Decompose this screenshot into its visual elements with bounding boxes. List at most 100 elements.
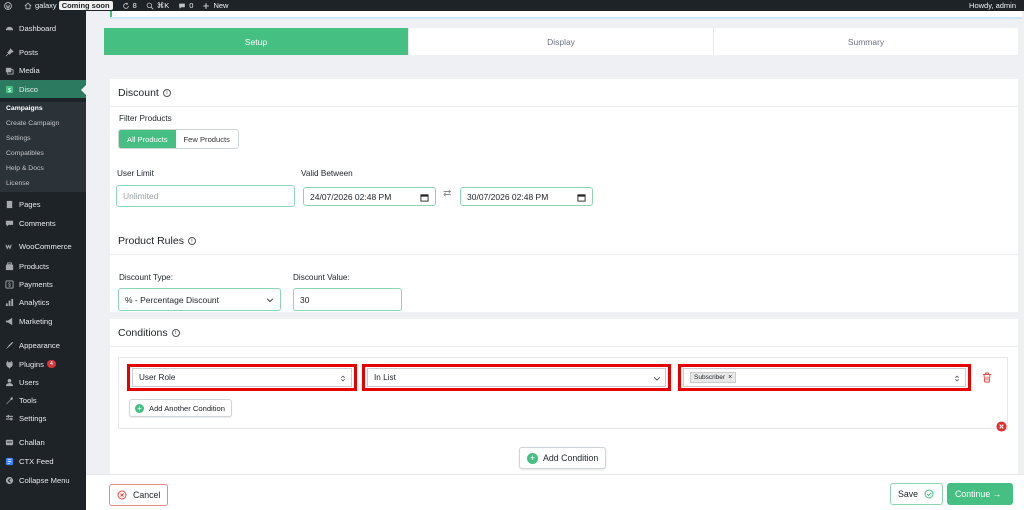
- step-display[interactable]: Display: [409, 28, 714, 55]
- tools-icon: [5, 396, 14, 405]
- discount-value-input[interactable]: 30: [293, 288, 402, 311]
- start-date-input[interactable]: 24/07/2026 02:48 PM: [303, 187, 436, 206]
- calendar-icon[interactable]: [420, 193, 429, 202]
- pin-icon: [5, 47, 14, 57]
- products-icon: [5, 261, 14, 271]
- conditions-card: Conditions i User Role In List Subscribe…: [110, 319, 1018, 478]
- info-icon[interactable]: i: [171, 328, 180, 337]
- discount-type-select[interactable]: % - Percentage Discount: [118, 288, 281, 311]
- wordpress-logo[interactable]: [4, 0, 15, 11]
- menu-analytics[interactable]: Analytics: [0, 293, 86, 311]
- admin-bar: galaxy Coming soon 8 ⌘K 0 New Howdy, adm…: [0, 0, 1024, 11]
- collapse-menu-button[interactable]: Collapse Menu: [0, 471, 86, 489]
- refresh-icon: [122, 2, 129, 9]
- appearance-icon: [5, 341, 14, 350]
- plus-icon: [203, 2, 210, 9]
- end-date-value: 30/07/2026 02:48 PM: [467, 191, 549, 202]
- user-limit-label: User Limit: [117, 169, 154, 178]
- filter-products-label: Filter Products: [119, 114, 172, 123]
- menu-tools[interactable]: Tools: [0, 391, 86, 409]
- add-another-condition-button[interactable]: + Add Another Condition: [129, 399, 232, 417]
- plugins-update-badge: 4: [46, 360, 56, 368]
- trash-icon[interactable]: [982, 372, 992, 383]
- menu-dashboard[interactable]: Dashboard: [0, 19, 86, 37]
- menu-woocommerce[interactable]: WooCommerce: [0, 237, 86, 255]
- condition-field-value: User Role: [139, 373, 176, 382]
- comments-icon: [5, 219, 14, 228]
- site-name[interactable]: galaxy Coming soon: [24, 0, 113, 11]
- submenu-help-docs[interactable]: Help & Docs: [6, 165, 44, 172]
- settings-icon: [5, 414, 14, 423]
- coming-soon-badge[interactable]: Coming soon: [58, 1, 113, 10]
- condition-value-select[interactable]: Subscriber ×: [678, 364, 971, 391]
- submenu-campaigns[interactable]: Campaigns: [6, 105, 43, 112]
- account-menu[interactable]: Howdy, admin: [969, 0, 1016, 11]
- cancel-circle-icon: [117, 490, 127, 500]
- submenu-compatibles[interactable]: Compatibles: [6, 150, 44, 157]
- submenu-create-campaign[interactable]: Create Campaign: [6, 120, 59, 127]
- menu-ctx-feed[interactable]: CTX Feed: [0, 452, 86, 470]
- discount-type-value: % - Percentage Discount: [125, 294, 220, 305]
- condition-field-select[interactable]: User Role: [127, 364, 357, 391]
- disco-submenu: Campaigns Create Campaign Settings Compa…: [0, 102, 86, 192]
- menu-products[interactable]: Products: [0, 257, 86, 275]
- menu-media[interactable]: Media: [0, 61, 86, 79]
- menu-settings[interactable]: Settings: [0, 409, 86, 427]
- all-products-option[interactable]: All Products: [119, 130, 176, 148]
- submenu-license[interactable]: License: [6, 180, 29, 187]
- menu-appearance[interactable]: Appearance: [0, 336, 86, 354]
- menu-payments[interactable]: $ Payments: [0, 275, 86, 293]
- remove-tag-icon[interactable]: ×: [728, 374, 732, 381]
- chevron-down-icon: [266, 298, 274, 303]
- discount-card: Discount i Filter Products All Products …: [110, 79, 1018, 232]
- menu-users[interactable]: Users: [0, 373, 86, 391]
- condition-operator-value: In List: [374, 373, 396, 382]
- collapse-icon: [5, 476, 14, 485]
- plugins-icon: [5, 360, 14, 369]
- menu-comments[interactable]: Comments: [0, 214, 86, 232]
- menu-posts[interactable]: Posts: [0, 43, 86, 61]
- comments-link[interactable]: 0: [178, 0, 193, 11]
- step-summary[interactable]: Summary: [714, 28, 1018, 55]
- new-content-link[interactable]: New: [202, 0, 228, 11]
- user-limit-input[interactable]: Unlimited: [116, 185, 295, 207]
- submenu-settings[interactable]: Settings: [6, 135, 31, 142]
- media-icon: [5, 66, 14, 75]
- home-icon: [24, 2, 32, 9]
- condition-operator-select[interactable]: In List: [362, 364, 671, 391]
- end-date-input[interactable]: 30/07/2026 02:48 PM: [460, 187, 593, 206]
- menu-plugins[interactable]: Plugins 4: [0, 355, 86, 373]
- condition-group: User Role In List Subscriber × + Add Anot…: [118, 357, 1008, 432]
- add-condition-button[interactable]: + Add Condition: [519, 447, 607, 469]
- conditions-title: Conditions: [118, 326, 168, 339]
- cancel-button[interactable]: Cancel: [109, 484, 169, 506]
- command-palette-link[interactable]: ⌘K: [146, 0, 169, 11]
- svg-text:$: $: [8, 87, 11, 93]
- menu-marketing[interactable]: Marketing: [0, 312, 86, 330]
- top-strip: [110, 11, 1022, 19]
- discount-header: Discount i: [110, 79, 1018, 107]
- pages-icon: [5, 200, 14, 209]
- info-icon[interactable]: i: [162, 88, 171, 97]
- save-button[interactable]: Save: [890, 483, 943, 505]
- swap-arrows-icon: ⇄: [443, 188, 452, 199]
- info-icon[interactable]: i: [187, 236, 196, 245]
- menu-disco[interactable]: $ Disco: [0, 80, 86, 98]
- updown-chevron-icon: [341, 375, 345, 382]
- admin-sidebar: Dashboard Posts Media $ Disco Campaigns …: [0, 11, 86, 510]
- chevron-down-icon: [653, 376, 661, 381]
- product-rules-title: Product Rules: [118, 234, 184, 247]
- step-setup[interactable]: Setup: [104, 28, 409, 55]
- menu-challan[interactable]: Challan: [0, 433, 86, 451]
- continue-button[interactable]: Continue →: [947, 483, 1013, 505]
- updown-chevron-icon: [955, 375, 959, 382]
- feed-icon: [5, 457, 14, 466]
- wordpress-icon: [4, 1, 12, 10]
- dashboard-icon: [5, 24, 14, 33]
- menu-pages[interactable]: Pages: [0, 195, 86, 213]
- updates-link[interactable]: 8: [122, 0, 137, 11]
- close-circle-icon[interactable]: [996, 421, 1007, 432]
- calendar-icon[interactable]: [577, 193, 586, 202]
- few-products-option[interactable]: Few Products: [175, 130, 238, 148]
- check-circle-icon: [924, 489, 934, 499]
